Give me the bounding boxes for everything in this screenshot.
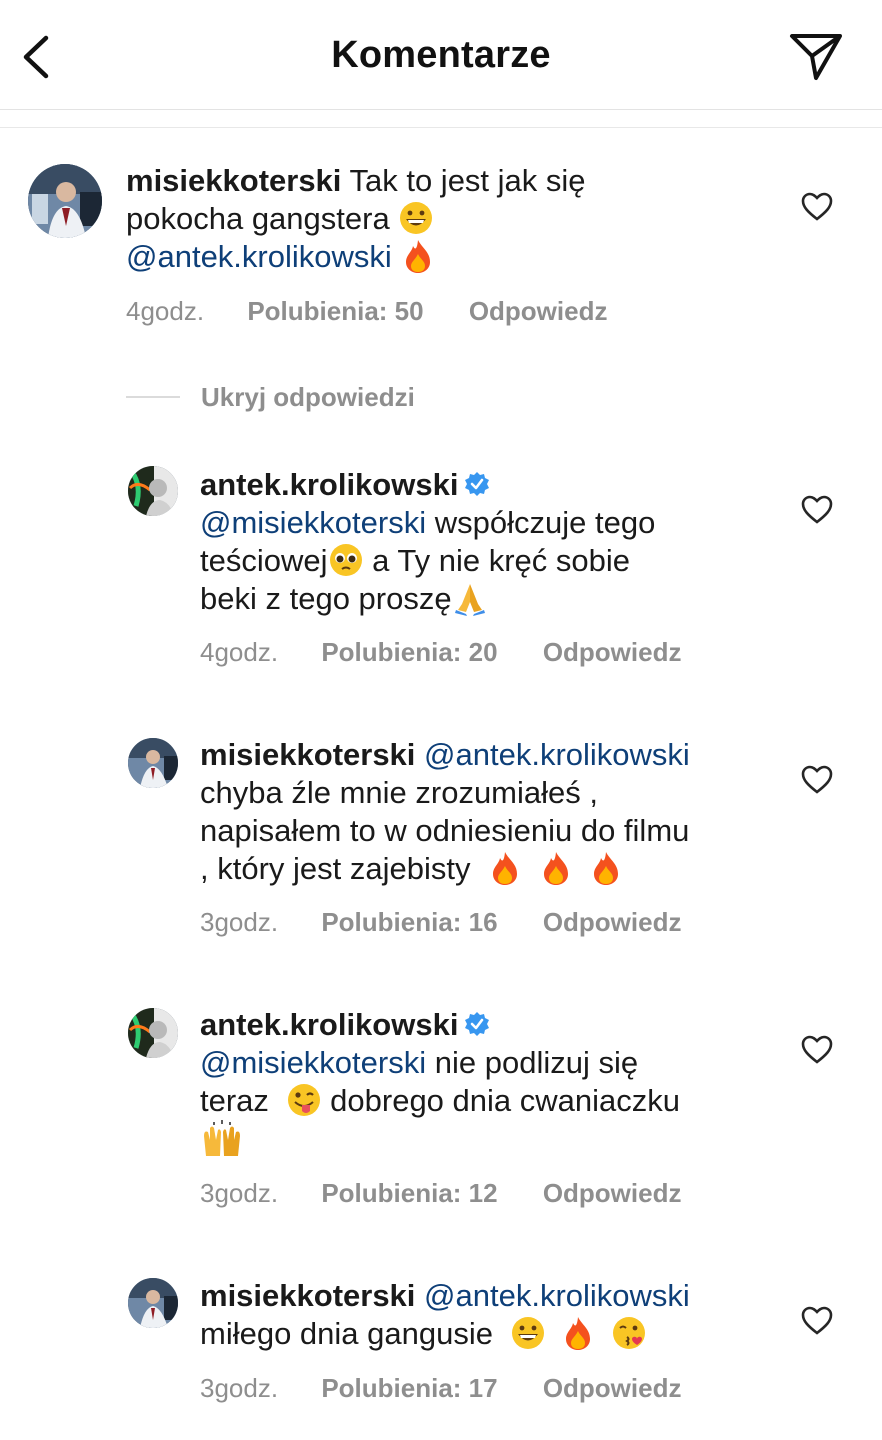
comment-username[interactable]: misiekkoterski: [200, 1278, 415, 1313]
comment-text: antek.krolikowski @misiekkoterski współc…: [200, 466, 760, 618]
mention-link[interactable]: @antek.krolikowski: [424, 1278, 690, 1313]
comment-body: a Ty nie kręć sobie: [363, 543, 631, 578]
comment-meta: 3godz. Polubienia: 16 Odpowiedz: [200, 907, 681, 938]
heart-outline-icon[interactable]: [800, 1304, 834, 1338]
fire-emoji: [538, 850, 574, 886]
heart-outline-icon[interactable]: [800, 763, 834, 797]
avatar[interactable]: [28, 164, 102, 238]
reply-button[interactable]: Odpowiedz: [543, 1373, 682, 1404]
heart-outline-icon[interactable]: [800, 190, 834, 224]
mention-link[interactable]: @antek.krolikowski: [126, 239, 392, 274]
header-divider: [0, 127, 882, 128]
header: Komentarze: [0, 0, 882, 110]
comment-body: nie podlizuj się: [426, 1045, 639, 1080]
mention-link[interactable]: @misiekkoterski: [200, 1045, 426, 1080]
grinning-face-emoji: [398, 200, 434, 236]
comment-meta: 3godz. Polubienia: 12 Odpowiedz: [200, 1178, 681, 1209]
comment-time: 3godz.: [200, 1178, 279, 1208]
heart-outline-icon[interactable]: [800, 493, 834, 527]
avatar[interactable]: [128, 1278, 178, 1328]
comment-body: teraz: [200, 1083, 269, 1118]
paper-plane-icon: [790, 34, 842, 80]
likes-count[interactable]: Polubienia: 20: [321, 637, 497, 668]
comment-body: pokocha gangstera: [126, 201, 390, 236]
comment-text: misiekkoterski @antek.krolikowski chyba …: [200, 736, 780, 888]
likes-count[interactable]: Polubienia: 17: [321, 1373, 497, 1404]
fire-emoji: [560, 1315, 596, 1351]
likes-count[interactable]: Polubienia: 50: [247, 296, 423, 327]
comment-body: Tak to jest jak się: [349, 163, 586, 198]
likes-count[interactable]: Polubienia: 12: [321, 1178, 497, 1209]
avatar-image: [128, 1278, 178, 1328]
fire-emoji: [487, 850, 523, 886]
fire-emoji: [400, 238, 436, 274]
comment-username[interactable]: antek.krolikowski: [200, 1007, 458, 1042]
reply-button[interactable]: Odpowiedz: [543, 907, 682, 938]
comment-time: 4godz.: [200, 637, 279, 667]
winking-face-with-tongue-emoji: [286, 1082, 322, 1118]
raising-hands-emoji: [200, 1120, 244, 1160]
reply-button[interactable]: Odpowiedz: [543, 637, 682, 668]
page-title: Komentarze: [331, 34, 551, 76]
comment-body: , który jest zajebisty: [200, 851, 471, 886]
comment-time: 3godz.: [200, 1373, 279, 1403]
verified-badge-icon: [465, 1012, 490, 1036]
avatar[interactable]: [128, 1008, 178, 1058]
comment-body: dobrego dnia cwaniaczku: [321, 1083, 680, 1118]
comment-time: 3godz.: [200, 907, 279, 937]
comment-body: chyba źle mnie zrozumiałeś ,: [200, 775, 598, 810]
mention-link[interactable]: @antek.krolikowski: [424, 737, 690, 772]
comment-text: antek.krolikowski @misiekkoterski nie po…: [200, 1006, 780, 1162]
face-blowing-kiss-emoji: [611, 1315, 647, 1351]
comment-body: miłego dnia gangusie: [200, 1316, 493, 1351]
avatar[interactable]: [128, 738, 178, 788]
avatar[interactable]: [128, 466, 178, 516]
hide-replies-label: Ukryj odpowiedzi: [201, 382, 415, 412]
comment-username[interactable]: antek.krolikowski: [200, 467, 458, 502]
heart-outline-icon[interactable]: [800, 1033, 834, 1067]
comment-username[interactable]: misiekkoterski: [126, 163, 341, 198]
folded-hands-emoji: [452, 580, 488, 616]
comment-meta: 3godz. Polubienia: 17 Odpowiedz: [200, 1373, 681, 1404]
comment-text: misiekkoterski @antek.krolikowski miłego…: [200, 1277, 780, 1353]
verified-badge-icon: [465, 472, 490, 496]
grinning-face-emoji: [510, 1315, 546, 1351]
reply-button[interactable]: Odpowiedz: [469, 296, 608, 327]
comment-time: 4godz.: [126, 296, 205, 326]
comment-body: napisałem to w odniesieniu do filmu: [200, 813, 690, 848]
comment-body: współczuje tego: [426, 505, 656, 540]
comment-meta: 4godz. Polubienia: 20 Odpowiedz: [200, 637, 681, 668]
avatar-image: [128, 738, 178, 788]
avatar-image: [128, 466, 178, 516]
mention-link[interactable]: @misiekkoterski: [200, 505, 426, 540]
comment-username[interactable]: misiekkoterski: [200, 737, 415, 772]
comment-meta: 4godz. Polubienia: 50 Odpowiedz: [126, 296, 607, 327]
avatar-image: [28, 164, 102, 238]
share-button[interactable]: [786, 30, 846, 84]
fire-emoji: [588, 850, 624, 886]
divider-line: [126, 396, 180, 398]
comment-text: misiekkoterski Tak to jest jak się pokoc…: [126, 162, 746, 276]
likes-count[interactable]: Polubienia: 16: [321, 907, 497, 938]
avatar-image: [128, 1008, 178, 1058]
comment-body: beki z tego proszę: [200, 581, 452, 616]
comment-body: teściowej: [200, 543, 328, 578]
reply-button[interactable]: Odpowiedz: [543, 1178, 682, 1209]
pleading-face-emoji: [328, 542, 364, 578]
